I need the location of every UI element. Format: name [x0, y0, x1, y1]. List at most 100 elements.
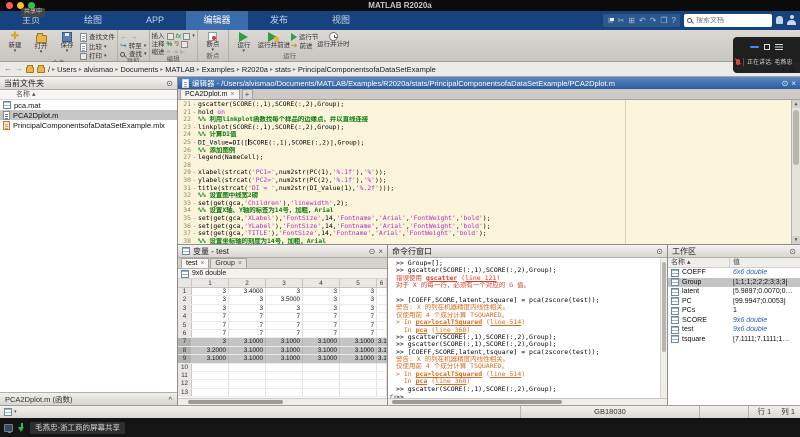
new-button[interactable]: ✚新建▾ [2, 31, 28, 53]
breadcrumb-segment[interactable]: Documents [120, 65, 158, 74]
table-cell[interactable] [340, 372, 377, 379]
table-cell[interactable]: 3.4000 [229, 288, 266, 295]
table-cell[interactable] [340, 380, 377, 387]
file-detail-bar[interactable]: PCA2Dplot.m (函数) ^ [0, 392, 177, 405]
command-hscrollbar[interactable] [388, 398, 667, 405]
col-header[interactable]: 5 [340, 279, 377, 287]
code-area[interactable]: 21-gscatter(SCORE(:,1),SCORE(:,2),Group)… [178, 100, 800, 244]
overlay-window-icon[interactable] [764, 44, 770, 50]
table-row[interactable]: 733.10003.10003.10003.10003.1 [178, 338, 387, 346]
close-tab-icon[interactable]: × [200, 260, 204, 267]
insert-function-icon[interactable]: fx [176, 33, 182, 40]
table-cell[interactable]: 3.1 [377, 347, 387, 354]
table-cell[interactable]: 3.1000 [229, 355, 266, 362]
breadcrumb-segment[interactable]: alvismao [84, 65, 114, 74]
table-cell[interactable] [377, 296, 387, 303]
table-cell[interactable] [303, 372, 340, 379]
table-cell[interactable]: 7 [340, 322, 377, 329]
new-tab-button[interactable]: + [242, 89, 253, 99]
notification-icon[interactable] [776, 16, 783, 24]
editor-vertical-scrollbar[interactable]: ▲ ▼ [791, 100, 800, 244]
table-cell[interactable]: 7 [229, 330, 266, 337]
close-window-icon[interactable] [6, 2, 13, 9]
run-advance-button[interactable]: 运行并前进 [257, 31, 291, 49]
row-number[interactable]: 11 [178, 372, 192, 379]
doc-search-input[interactable] [696, 17, 766, 24]
table-row[interactable]: 10 [178, 364, 387, 372]
table-cell[interactable] [340, 364, 377, 371]
command-window-body[interactable]: >> Group=[];>> gscatter(SCORE(:,1),SCORE… [388, 258, 667, 398]
table-row[interactable]: 133.4000333 [178, 288, 387, 296]
table-cell[interactable] [192, 364, 229, 371]
wrap-comment-icon[interactable] [181, 41, 188, 48]
table-cell[interactable]: 3.5000 [266, 296, 303, 303]
code-line[interactable]: 30-ylabel(strcat('PC2=',num2str(PC(2),'%… [178, 177, 791, 185]
table-cell[interactable]: 3 [229, 296, 266, 303]
row-number[interactable]: 9 [178, 355, 192, 362]
forward-icon[interactable]: → [130, 33, 138, 41]
table-cell[interactable]: 3 [303, 296, 340, 303]
browse-folder-icon[interactable] [37, 67, 45, 73]
col-header[interactable]: 3 [266, 279, 303, 287]
col-header[interactable]: 2 [229, 279, 266, 287]
table-cell[interactable]: 3.1000 [192, 355, 229, 362]
table-cell[interactable]: 3 [303, 305, 340, 312]
breadcrumb-segment[interactable]: / [48, 65, 50, 74]
table-cell[interactable] [377, 330, 387, 337]
code-line[interactable]: 29-xlabel(strcat('PC1=',num2str(PC(1),'%… [178, 169, 791, 177]
uncomment-icon[interactable]: ⅋ [174, 41, 179, 48]
indent-left-icon[interactable]: ⇤ [180, 49, 185, 56]
code-line[interactable]: 21-hold on [178, 109, 791, 117]
table-cell[interactable]: 3 [266, 305, 303, 312]
run-time-button[interactable]: 运行并计时 [318, 31, 348, 48]
variables-hscrollbar[interactable] [178, 398, 387, 405]
table-cell[interactable]: 3.2000 [192, 347, 229, 354]
file-row[interactable]: PCA2Dplot.m [0, 110, 177, 120]
table-cell[interactable]: 7 [229, 322, 266, 329]
file-name-header[interactable]: 名称 ▴ [0, 90, 177, 100]
table-cell[interactable]: 3.1000 [266, 347, 303, 354]
goto-button[interactable]: ↪转至▾ [120, 42, 147, 50]
table-cell[interactable]: 3 [229, 305, 266, 312]
print-button[interactable]: 打印▾ [80, 53, 115, 60]
table-cell[interactable]: 3.1000 [303, 338, 340, 345]
table-cell[interactable] [377, 364, 387, 371]
row-number[interactable]: 6 [178, 330, 192, 337]
back-icon[interactable]: ← [120, 33, 128, 41]
breadcrumb-segment[interactable]: Users [57, 65, 77, 74]
overlay-list-icon[interactable] [775, 44, 783, 50]
table-cell[interactable]: 7 [340, 313, 377, 320]
variables-tab-test[interactable]: test× [181, 258, 209, 268]
editor-tab[interactable]: PCA2Dplot.m × [180, 89, 240, 99]
workspace-name-header[interactable]: 名称 ▴ [668, 258, 730, 267]
table-cell[interactable]: 3 [192, 338, 229, 345]
nav-forward-icon[interactable]: → [15, 65, 23, 73]
qat-switch-window-icon[interactable]: ❐ [660, 14, 667, 27]
table-cell[interactable]: 3.1000 [340, 347, 377, 354]
comment-icon[interactable]: % [167, 41, 173, 48]
code-line[interactable]: 28 [178, 162, 791, 170]
table-cell[interactable] [266, 389, 303, 396]
scroll-down-icon[interactable]: ▼ [792, 236, 800, 244]
qat-save-icon[interactable] [607, 17, 614, 24]
table-cell[interactable]: 3.1 [377, 338, 387, 345]
table-cell[interactable] [303, 380, 340, 387]
table-cell[interactable]: 7 [266, 330, 303, 337]
workspace-row[interactable]: PCs1 [668, 306, 800, 316]
account-icon[interactable] [787, 15, 796, 25]
panel-menu-icon[interactable]: ⊙ [166, 79, 173, 88]
qat-cut-icon[interactable]: ✂ [618, 14, 625, 27]
code-line[interactable]: 33-set(get(gca,'Children'),'linewidth',2… [178, 200, 791, 208]
advance-button[interactable]: ➜前进 [291, 42, 319, 50]
table-cell[interactable]: 3 [340, 288, 377, 295]
row-number[interactable]: 3 [178, 305, 192, 312]
table-cell[interactable] [303, 389, 340, 396]
editor-menu-icon[interactable]: ⊙ [782, 79, 789, 88]
table-cell[interactable]: 7 [303, 322, 340, 329]
table-cell[interactable]: 7 [192, 313, 229, 320]
table-cell[interactable]: 3.1000 [303, 355, 340, 362]
ribbon-tab-APP[interactable]: APP [124, 11, 186, 30]
table-row[interactable]: 477777 [178, 313, 387, 321]
scrollbar-thumb[interactable] [188, 400, 283, 404]
find-files-button[interactable]: 查找文件 [80, 33, 115, 42]
